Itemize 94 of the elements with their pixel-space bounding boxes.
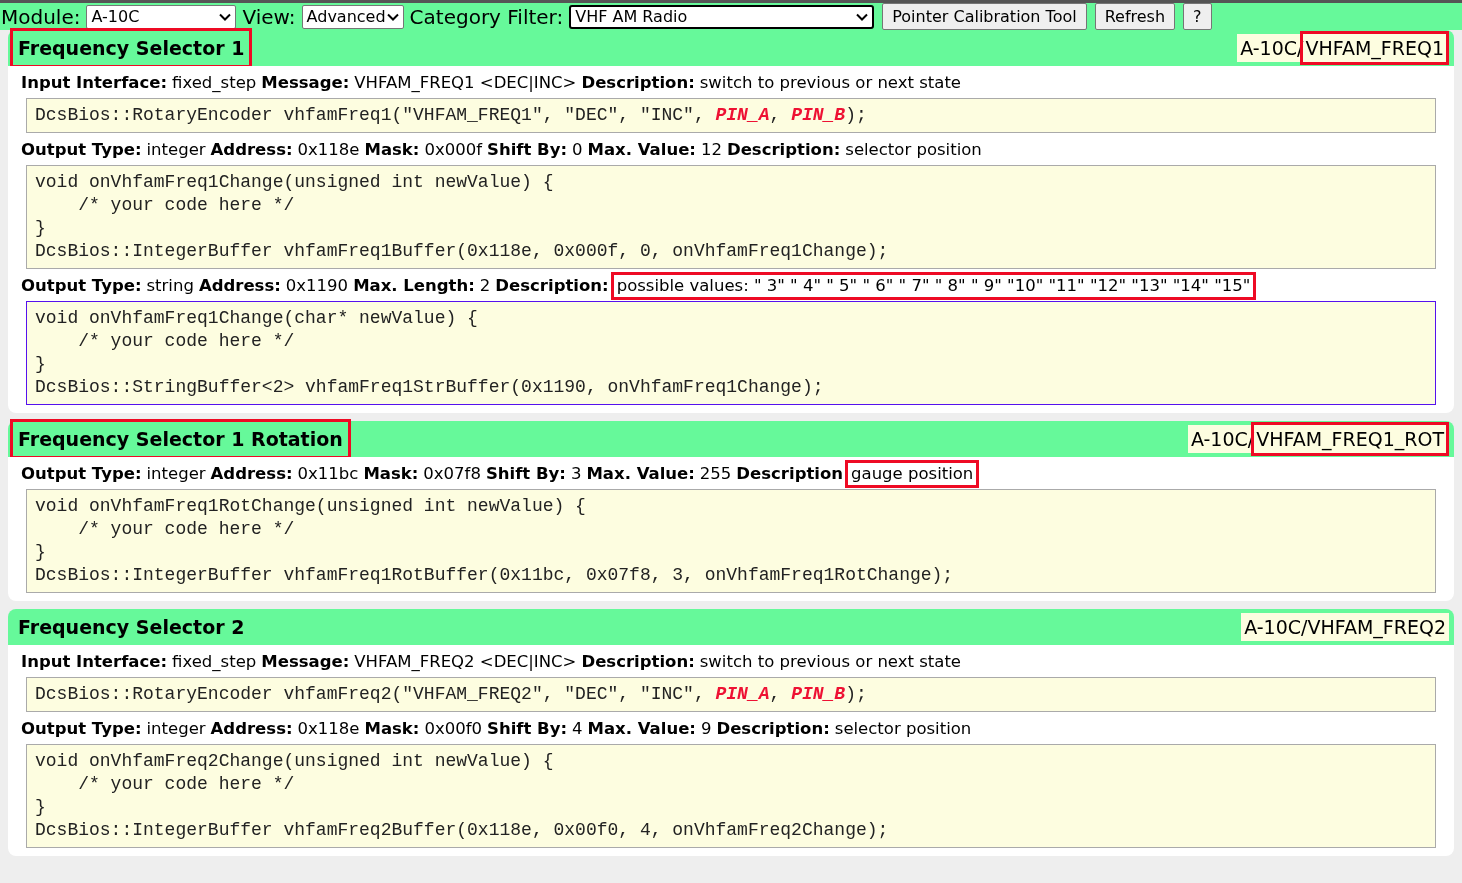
code-line: /* your code here */ xyxy=(77,194,296,217)
chevron-down-icon xyxy=(386,12,399,21)
field-value: gauge position xyxy=(848,463,977,485)
field-value: 0x118e xyxy=(297,139,360,161)
field-value: fixed_step xyxy=(172,72,257,94)
view-label: View: xyxy=(242,3,296,31)
field-label: Address: xyxy=(210,463,293,485)
field-value: integer xyxy=(146,463,206,485)
field-value: 255 xyxy=(699,463,732,485)
section-title: Frequency Selector 1 xyxy=(13,30,250,66)
toolbar-button[interactable]: Pointer Calibration Tool xyxy=(882,3,1087,30)
code-line: DcsBios::IntegerBuffer vhfamFreq1RotBuffer(0x11bc, 0x07f8, 3, onVhfamFreq1RotChange); xyxy=(35,564,955,587)
field-label: Description: xyxy=(581,72,695,94)
field-value: 0x00f0 xyxy=(424,718,482,740)
field-label: Input Interface: xyxy=(21,72,168,94)
field-value: 0x11bc xyxy=(297,463,359,485)
field-value: 3 xyxy=(570,463,582,485)
field-value: fixed_step xyxy=(172,651,257,673)
field-label: Max. Value: xyxy=(586,463,695,485)
field-label: Max. Value: xyxy=(587,139,696,161)
module-select[interactable]: A-10C xyxy=(86,4,237,29)
field-label: Shift By: xyxy=(487,718,568,740)
toolbar-button[interactable]: ? xyxy=(1183,3,1212,30)
code-line: } xyxy=(35,217,47,240)
field-label: Max. Length: xyxy=(353,275,475,297)
field-value: VHFAM_FREQ1 <DEC|INC> xyxy=(354,72,577,94)
field-label: Shift By: xyxy=(485,463,566,485)
field-label: Description: xyxy=(726,139,841,161)
field-value: possible values: " 3" " 4" " 5" " 6" " 7" " 8" " 9" "10" "11" "12" "13" "14" "15" xyxy=(613,275,1254,297)
field-label: Input Interface: xyxy=(21,651,168,673)
field-value: integer xyxy=(146,139,206,161)
field-label: Description: xyxy=(581,651,695,673)
field-label: Address: xyxy=(210,139,293,161)
chevron-down-icon xyxy=(219,12,232,21)
category-label: Category Filter: xyxy=(409,3,564,31)
toolbar-button[interactable]: Refresh xyxy=(1094,3,1176,30)
field-value: 0 xyxy=(572,139,583,161)
field-label: Output Type: xyxy=(21,463,142,485)
section-title: Frequency Selector 2 xyxy=(17,614,246,640)
module-prefix: A-10C/ xyxy=(1244,614,1308,638)
code-line: } xyxy=(35,541,47,564)
control-identifier: VHFAM_FREQ2 xyxy=(1307,614,1446,641)
field-label: Max. Value: xyxy=(587,718,696,740)
chevron-down-icon xyxy=(856,12,869,21)
field-value: 0x07f8 xyxy=(423,463,481,485)
field-value: 2 xyxy=(479,275,491,297)
field-label: Output Type: xyxy=(21,718,142,740)
code-line: } xyxy=(35,796,47,819)
field-label: Message: xyxy=(261,72,350,94)
code-line: /* your code here */ xyxy=(77,773,296,796)
field-value: switch to previous or next state xyxy=(699,72,961,94)
field-label: Message: xyxy=(261,651,350,673)
field-label: Mask: xyxy=(363,463,419,485)
field-value: 12 xyxy=(700,139,722,161)
code-line: void onVhfamFreq1RotChange(unsigned int newValue) { xyxy=(35,495,587,518)
control-identifier: VHFAM_FREQ1 xyxy=(1303,33,1446,63)
field-value: 4 xyxy=(572,718,583,740)
module-label: Module: xyxy=(1,3,81,31)
code-line: } xyxy=(35,353,47,376)
field-value: selector position xyxy=(834,718,972,740)
field-label: Output Type: xyxy=(21,139,142,161)
field-value: 0x118e xyxy=(297,718,360,740)
field-label: Description: xyxy=(495,275,609,297)
code-line: DcsBios::IntegerBuffer vhfamFreq2Buffer(0x118e, 0x00f0, 4, onVhfamFreq2Change); xyxy=(35,819,890,842)
code-line: /* your code here */ xyxy=(77,518,296,541)
field-label: Address: xyxy=(198,275,281,297)
field-value: integer xyxy=(146,718,206,740)
field-label: Address: xyxy=(210,718,293,740)
code-line: DcsBios::IntegerBuffer vhfamFreq1Buffer(0x118e, 0x000f, 0, onVhfamFreq1Change); xyxy=(35,240,890,263)
field-value: string xyxy=(146,275,194,297)
code-line: void onVhfamFreq1Change(unsigned int newValue) { xyxy=(35,171,555,194)
field-label: Description: xyxy=(716,718,830,740)
field-value: 0x1190 xyxy=(285,275,349,297)
section-title: Frequency Selector 1 Rotation xyxy=(13,421,348,457)
field-label: Description xyxy=(736,463,844,485)
code-line: void onVhfamFreq2Change(unsigned int newValue) { xyxy=(35,750,555,773)
category-select[interactable]: VHF AM Radio xyxy=(569,4,875,29)
code-line: DcsBios::RotaryEncoder vhfamFreq2("VHFAM_FREQ2", "DEC", "INC", PIN_A, PIN_B); xyxy=(35,683,868,706)
code-line: /* your code here */ xyxy=(77,330,296,353)
field-value: switch to previous or next state xyxy=(699,651,961,673)
module-prefix: A-10C/ xyxy=(1190,426,1255,452)
field-value: 0x000f xyxy=(424,139,482,161)
field-label: Shift By: xyxy=(487,139,568,161)
code-line: DcsBios::RotaryEncoder vhfamFreq1("VHFAM_FREQ1", "DEC", "INC", PIN_A, PIN_B); xyxy=(35,104,868,127)
code-line: void onVhfamFreq1Change(char* newValue) { xyxy=(35,307,479,330)
code-line: DcsBios::StringBuffer<2> vhfamFreq1StrBuffer(0x1190, onVhfamFreq1Change); xyxy=(35,376,825,399)
field-value: selector position xyxy=(845,139,982,161)
field-label: Output Type: xyxy=(21,275,142,297)
field-label: Mask: xyxy=(364,718,420,740)
field-label: Mask: xyxy=(364,139,420,161)
field-value: 9 xyxy=(700,718,712,740)
field-value: VHFAM_FREQ2 <DEC|INC> xyxy=(354,651,577,673)
view-select[interactable]: Advanced xyxy=(301,4,404,29)
control-identifier: VHFAM_FREQ1_ROT xyxy=(1254,424,1446,454)
